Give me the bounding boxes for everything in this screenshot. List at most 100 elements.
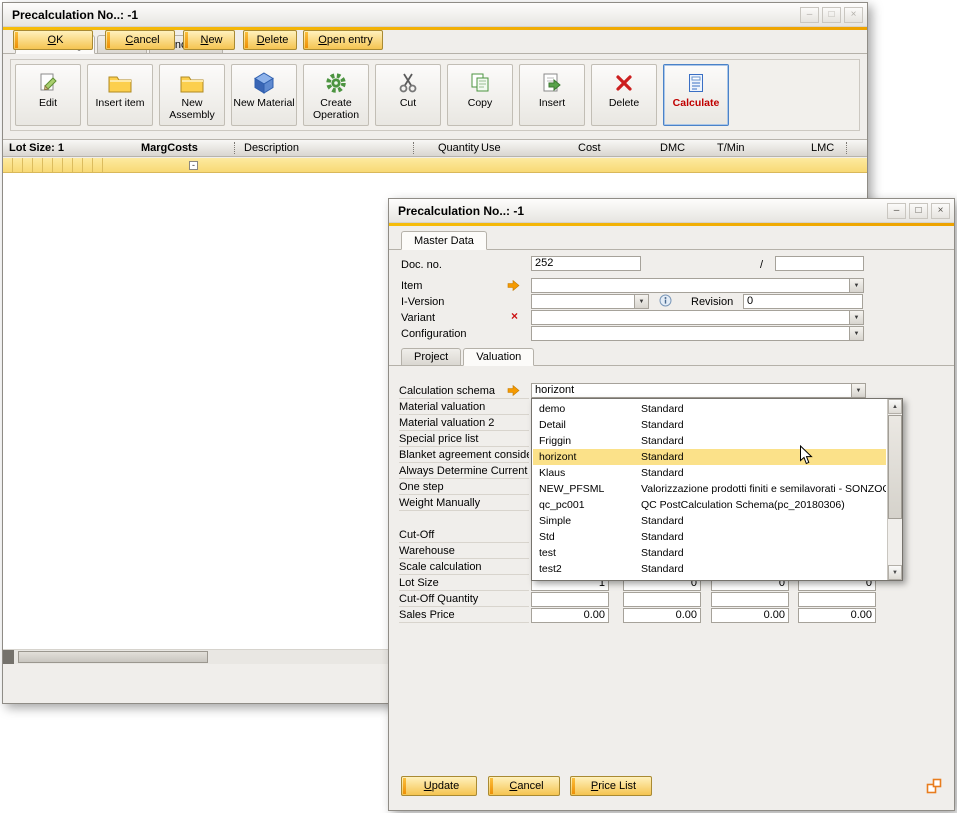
scrollbar-thumb[interactable] [888,415,902,519]
scroll-down-icon[interactable]: ▼ [888,565,902,580]
column-margcosts: MargCosts [141,142,198,154]
column-separator [846,142,847,154]
delete-button[interactable]: Delete [591,64,657,126]
button-label: New Material [233,97,294,109]
cut-off-quantity-input-1[interactable] [531,592,609,607]
dropdown-item-selected[interactable]: horizontStandard [533,449,886,465]
doc-no-separator: / [760,259,763,271]
dropdown-item[interactable]: NEW_PFSMLValorizzazione prodotti finiti … [533,481,886,497]
delete-row-button[interactable]: Delete [243,30,297,50]
cut-button[interactable]: Cut [375,64,441,126]
sales-price-input-3[interactable]: 0.00 [711,608,789,623]
column-dmc: DMC [660,142,685,154]
button-label: New Assembly [160,97,224,121]
new-assembly-button[interactable]: New Assembly [159,64,225,126]
chevron-down-icon[interactable]: ▼ [851,384,865,397]
dropdown-item[interactable]: StdStandard [533,529,886,545]
dropdown-item[interactable]: testStandard [533,545,886,561]
tab-project[interactable]: Project [401,348,461,366]
button-label: Calculate [673,97,720,109]
insert-button[interactable]: Insert [519,64,585,126]
chevron-down-icon[interactable]: ▼ [849,327,863,340]
sales-price-input-1[interactable]: 0.00 [531,608,609,623]
folder-icon [179,69,205,96]
cut-off-quantity-input-3[interactable] [711,592,789,607]
edit-button[interactable]: Edit [15,64,81,126]
cut-off-quantity-input-2[interactable] [623,592,701,607]
dropdown-item[interactable]: demoStandard [533,401,886,417]
column-quantity: Quantity [438,142,479,154]
create-operation-button[interactable]: Create Operation [303,64,369,126]
column-separator [234,142,235,154]
window-title: Precalculation No..: -1 [398,204,884,218]
chevron-down-icon[interactable]: ▼ [849,279,863,292]
tab-valuation[interactable]: Valuation [463,348,534,366]
sales-price-input-4[interactable]: 0.00 [798,608,876,623]
configuration-combo[interactable]: ▼ [531,326,864,341]
column-cost: Cost [578,142,601,154]
column-lmc: LMC [811,142,834,154]
row-label-warehouse: Warehouse [399,543,529,559]
copy-button[interactable]: Copy [447,64,513,126]
resize-grip-icon[interactable] [926,778,942,794]
dropdown-item[interactable]: test2Standard [533,561,886,577]
close-button[interactable]: × [844,7,863,23]
update-button[interactable]: Update [401,776,477,796]
copy-icon [468,69,492,96]
variant-combo[interactable]: ▼ [531,310,864,325]
row-label-special-price-list: Special price list [399,431,529,447]
dropdown-item[interactable]: DetailStandard [533,417,886,433]
i-version-combo[interactable]: ▼ [531,294,649,309]
splitter-handle[interactable] [3,650,14,664]
close-button[interactable]: × [931,203,950,219]
scrollbar-thumb[interactable] [18,651,208,663]
new-material-button[interactable]: New Material [231,64,297,126]
calculation-schema-dropdown: demoStandard DetailStandard FrigginStand… [531,398,903,581]
new-button[interactable]: New [183,30,235,50]
configuration-label: Configuration [401,328,466,340]
dropdown-item[interactable]: KlausStandard [533,465,886,481]
button-label: Edit [39,97,57,109]
row-label-cut-off: Cut-Off [399,527,529,543]
doc-no-input[interactable]: 252 [531,256,641,271]
button-label: Insert [539,97,565,109]
info-icon[interactable] [659,294,672,310]
link-arrow-icon[interactable] [507,385,520,399]
dropdown-item[interactable]: FrigginStandard [533,433,886,449]
link-arrow-icon[interactable] [507,280,520,294]
item-combo[interactable]: ▼ [531,278,864,293]
minimize-button[interactable]: – [800,7,819,23]
grid-header: Lot Size: 1 MargCosts Description Quanti… [3,139,867,157]
ok-button[interactable]: OK [13,30,93,50]
button-label: Copy [468,97,493,109]
calculate-button[interactable]: Calculate [663,64,729,126]
cut-off-quantity-input-4[interactable] [798,592,876,607]
open-entry-button[interactable]: Open entry [303,30,383,50]
scroll-up-icon[interactable]: ▲ [888,399,902,414]
expand-toggle[interactable]: - [189,161,198,170]
row-label-lot-size: Lot Size [399,575,529,591]
revision-input[interactable]: 0 [743,294,863,309]
scissors-icon [396,69,420,96]
dropdown-item[interactable]: qc_pc001QC PostCalculation Schema(pc_201… [533,497,886,513]
dropdown-item[interactable]: SimpleStandard [533,513,886,529]
price-list-button[interactable]: Price List [570,776,652,796]
sales-price-input-2[interactable]: 0.00 [623,608,701,623]
tab-master-data[interactable]: Master Data [401,231,487,250]
precalculation-window-front: Precalculation No..: -1 – □ × Master Dat… [388,198,955,811]
chevron-down-icon[interactable]: ▼ [634,295,648,308]
master-data-tabstrip: Master Data [389,230,954,250]
dropdown-scrollbar[interactable]: ▲ ▼ [887,399,902,580]
chevron-down-icon[interactable]: ▼ [849,311,863,324]
edit-icon [36,69,60,96]
maximize-button[interactable]: □ [822,7,841,23]
row-cell-dividers [3,158,107,172]
calculation-schema-combo[interactable]: horizont ▼ [531,383,866,398]
doc-no2-input[interactable] [775,256,864,271]
minimize-button[interactable]: – [887,203,906,219]
cancel-button[interactable]: Cancel [488,776,560,796]
grid-row-selected[interactable]: - [3,158,867,173]
maximize-button[interactable]: □ [909,203,928,219]
insert-item-button[interactable]: Insert item [87,64,153,126]
cancel-button[interactable]: Cancel [105,30,175,50]
